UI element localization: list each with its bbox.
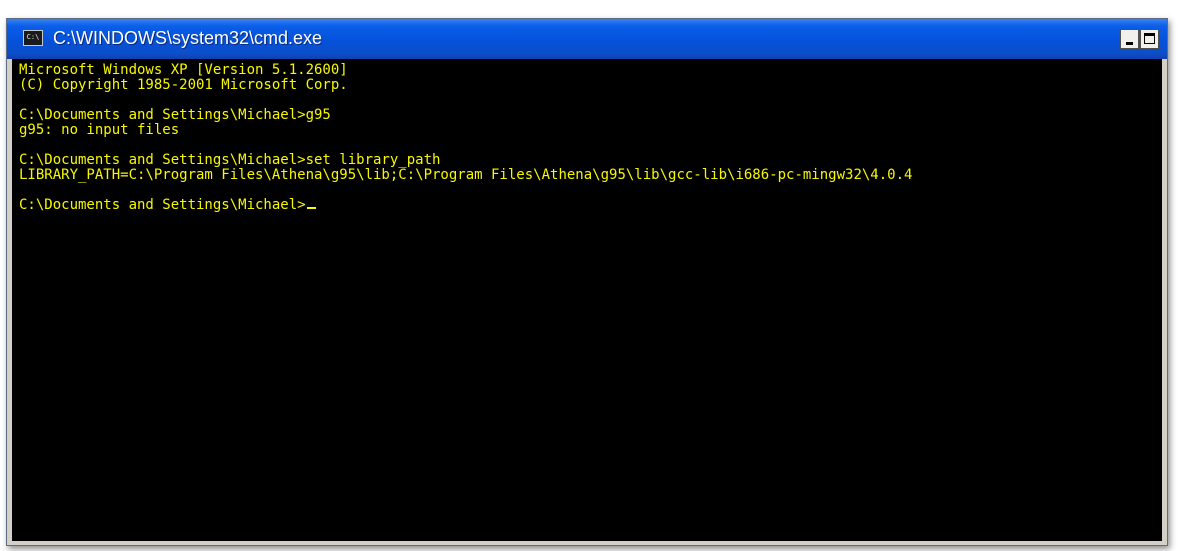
console-line: Microsoft Windows XP [Version 5.1.2600] [19, 62, 348, 78]
console-line: (C) Copyright 1985-2001 Microsoft Corp. [19, 77, 348, 93]
console-line: g95: no input files [19, 122, 180, 138]
console-line: C:\Documents and Settings\Michael>g95 [19, 107, 331, 123]
console-line: LIBRARY_PATH=C:\Program Files\Athena\g95… [19, 167, 913, 183]
console-output[interactable]: Microsoft Windows XP [Version 5.1.2600] … [12, 59, 1162, 541]
console-prompt: C:\Documents and Settings\Michael> [19, 197, 306, 213]
title-bar[interactable]: C:\ C:\WINDOWS\system32\cmd.exe [7, 19, 1167, 59]
maximize-icon [1144, 33, 1155, 44]
window-title: C:\WINDOWS\system32\cmd.exe [53, 28, 323, 48]
minimize-button[interactable] [1120, 29, 1139, 49]
console-line: C:\Documents and Settings\Michael>set li… [19, 152, 441, 168]
cmd-console-icon[interactable]: C:\ [23, 30, 43, 46]
console-prompt-line: C:\Documents and Settings\Michael> [19, 198, 316, 212]
minimize-icon [1126, 42, 1133, 45]
text-cursor [306, 207, 316, 209]
maximize-button[interactable] [1140, 29, 1159, 49]
cmd-window: C:\ C:\WINDOWS\system32\cmd.exe Microsof… [6, 18, 1168, 546]
